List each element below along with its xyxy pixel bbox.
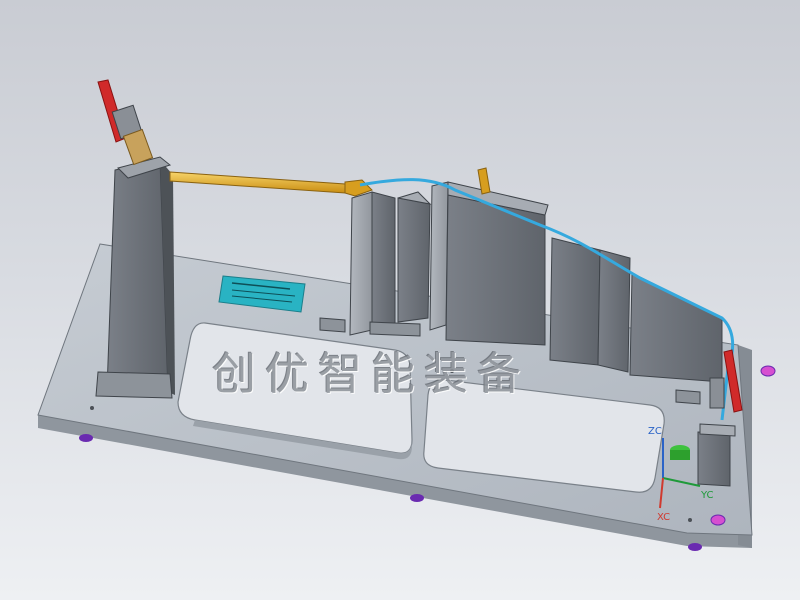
watermark-text: 创优智能装备 (212, 349, 530, 400)
toggle-clamp-icon[interactable] (97, 79, 154, 166)
support-rod (169, 171, 373, 197)
green-fitting (670, 445, 690, 460)
axis-label-yc: YC (701, 490, 714, 501)
cad-viewport[interactable]: 创优智能装备 ZC YC XC (0, 0, 800, 600)
fixture-model[interactable] (0, 0, 800, 600)
axis-label-zc: ZC (648, 426, 662, 437)
axis-label-xc: XC (657, 512, 671, 523)
